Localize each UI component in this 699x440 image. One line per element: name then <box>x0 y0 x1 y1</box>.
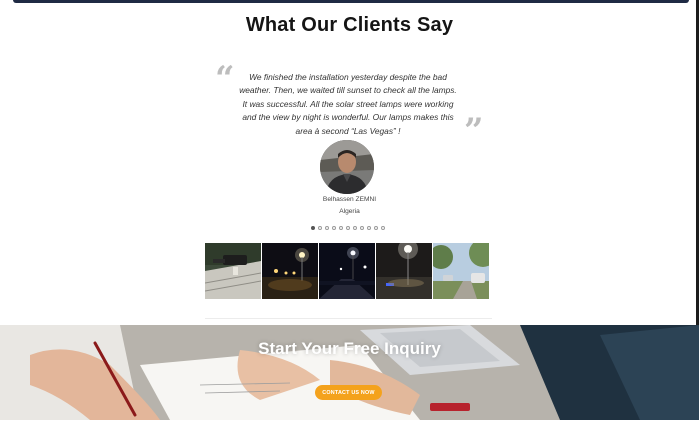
lamps-at-night-field-photo[interactable] <box>262 243 318 299</box>
contact-us-button[interactable]: CONTACT US NOW <box>315 385 382 400</box>
carousel-dot[interactable] <box>332 226 336 230</box>
carousel-dot[interactable] <box>346 226 350 230</box>
cta-title: Start Your Free Inquiry <box>258 339 441 358</box>
inquiry-banner: Start Your Free Inquiry CONTACT US NOW <box>0 325 699 420</box>
carousel-dot[interactable] <box>318 226 322 230</box>
open-quote-icon: “ <box>215 59 235 99</box>
carousel-dot[interactable] <box>367 226 371 230</box>
testimonial-quote: We finished the installation yesterday d… <box>239 72 457 136</box>
client-name: Belhassen ZEMNI <box>322 196 377 203</box>
carousel-dot[interactable] <box>360 226 364 230</box>
section-title: What Our Clients Say <box>245 14 454 36</box>
carousel-dot[interactable] <box>353 226 357 230</box>
carousel-dot[interactable] <box>374 226 378 230</box>
lamp-at-night-parking-photo[interactable] <box>376 243 432 299</box>
client-avatar <box>320 140 374 194</box>
carousel-dot[interactable] <box>381 226 385 230</box>
close-quote-icon: ” <box>464 111 484 151</box>
carousel-dot[interactable] <box>339 226 343 230</box>
top-accent-bar <box>13 0 689 3</box>
daytime-street-trees-photo[interactable] <box>433 243 489 299</box>
carousel-dot[interactable] <box>325 226 329 230</box>
carousel-dot[interactable] <box>311 226 315 230</box>
project-gallery <box>205 243 489 299</box>
carousel-dots <box>311 226 385 230</box>
footer-spacer <box>0 420 699 440</box>
night-road-lamps-photo[interactable] <box>319 243 375 299</box>
section-divider <box>205 318 492 319</box>
client-country: Algeria <box>339 208 360 215</box>
street-lamp-closeup-photo[interactable] <box>205 243 261 299</box>
